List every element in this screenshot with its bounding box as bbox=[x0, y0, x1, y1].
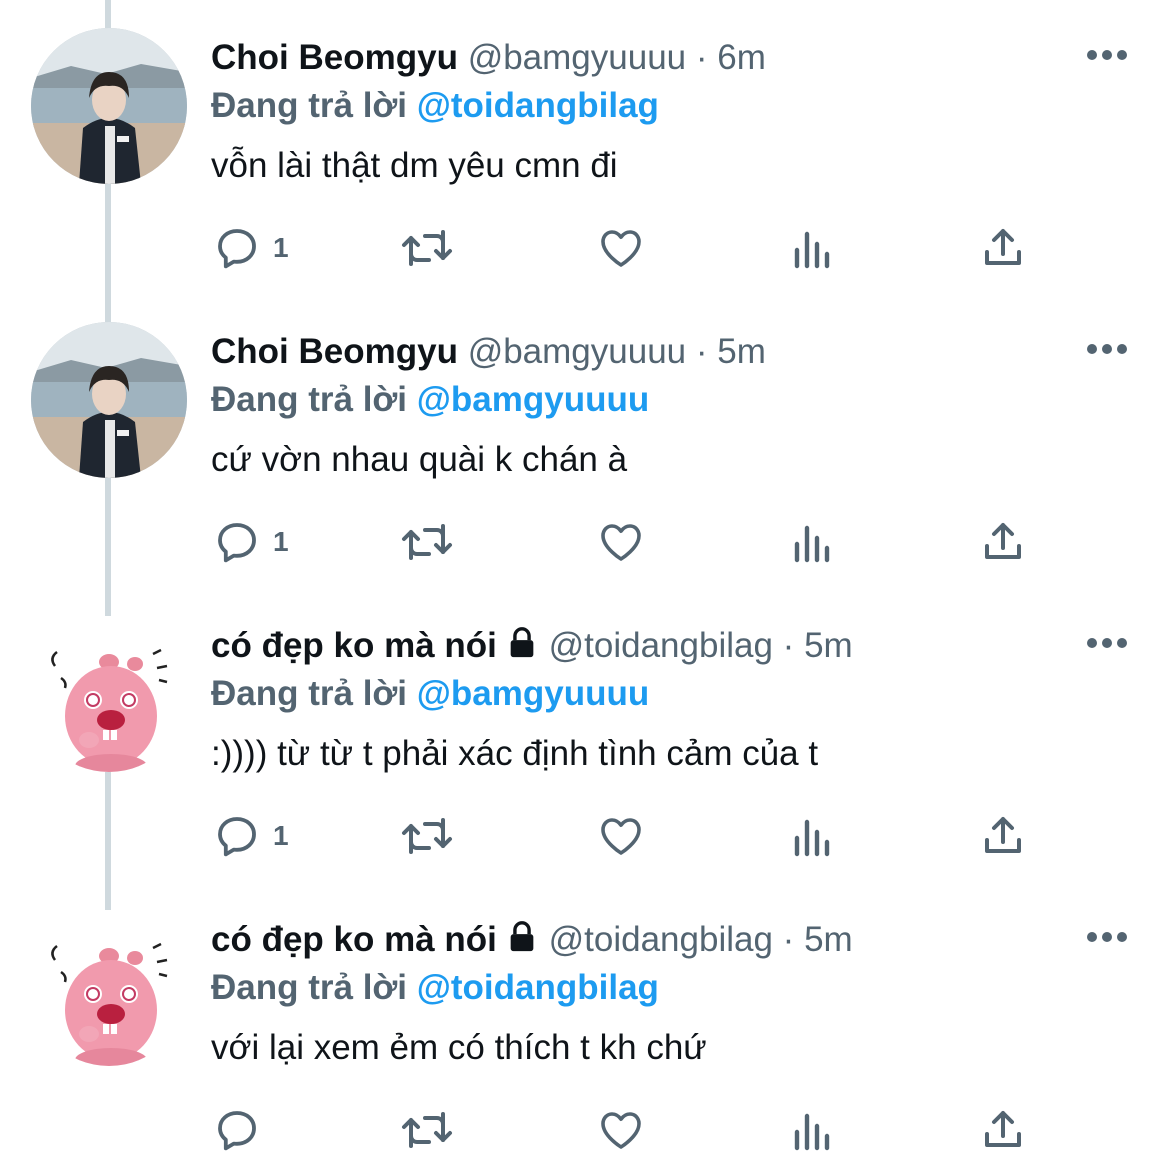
reply-count: 1 bbox=[273, 526, 289, 557]
views-icon bbox=[794, 1113, 830, 1151]
reply-count: 1 bbox=[273, 820, 289, 851]
tweet[interactable]: có đẹp ko mà nói @toidangbilag · 5m Đang… bbox=[0, 588, 1170, 882]
views-button[interactable] bbox=[789, 514, 837, 570]
tweet-header: có đẹp ko mà nói @toidangbilag · 5m bbox=[211, 624, 853, 671]
tweet-actions: 1 bbox=[211, 514, 1041, 574]
separator-dot: · bbox=[695, 38, 708, 77]
views-icon bbox=[794, 525, 830, 563]
separator-dot: · bbox=[695, 332, 708, 371]
display-name[interactable]: Choi Beomgyu bbox=[211, 38, 458, 77]
tweet-text: :)))) từ từ t phải xác định tình cảm của… bbox=[211, 734, 819, 773]
replying-to: Đang trả lời @toidangbilag bbox=[211, 84, 659, 128]
display-name[interactable]: có đẹp ko mà nói bbox=[211, 626, 497, 665]
share-icon bbox=[985, 523, 1021, 559]
lock-icon bbox=[505, 626, 539, 671]
views-button[interactable] bbox=[789, 808, 837, 864]
user-handle[interactable]: @toidangbilag bbox=[549, 626, 773, 665]
retweet-button[interactable] bbox=[399, 514, 455, 570]
replying-to-label: Đang trả lời bbox=[211, 380, 408, 419]
retweet-icon bbox=[402, 1112, 452, 1148]
like-button[interactable] bbox=[597, 808, 645, 864]
tweet-actions: 1 bbox=[211, 808, 1041, 868]
views-button[interactable] bbox=[789, 220, 837, 276]
reply-icon bbox=[218, 229, 256, 269]
like-icon bbox=[601, 818, 641, 855]
share-icon bbox=[985, 817, 1021, 853]
replying-to-label: Đang trả lời bbox=[211, 968, 408, 1007]
reply-button[interactable]: 1 bbox=[213, 808, 289, 864]
reply-count: 1 bbox=[273, 232, 289, 263]
reply-mention-link[interactable]: @toidangbilag bbox=[417, 86, 659, 125]
views-icon bbox=[794, 231, 830, 269]
like-icon bbox=[601, 524, 641, 561]
replying-to-label: Đang trả lời bbox=[211, 86, 408, 125]
replying-to: Đang trả lời @bamgyuuuu bbox=[211, 672, 649, 716]
avatar[interactable] bbox=[31, 616, 187, 772]
like-button[interactable] bbox=[597, 514, 645, 570]
share-button[interactable] bbox=[979, 514, 1027, 570]
tweet-text: vỗn lài thật dm yêu cmn đi bbox=[211, 146, 618, 185]
share-button[interactable] bbox=[979, 808, 1027, 864]
more-icon[interactable] bbox=[1086, 342, 1128, 356]
share-button[interactable] bbox=[979, 1102, 1027, 1158]
replying-to: Đang trả lời @bamgyuuuu bbox=[211, 378, 649, 422]
separator-dot: · bbox=[782, 920, 795, 959]
reply-icon bbox=[218, 523, 256, 563]
more-icon[interactable] bbox=[1086, 636, 1128, 650]
views-button[interactable] bbox=[789, 1102, 837, 1158]
tweet-actions: 1 bbox=[211, 220, 1041, 280]
tweet-actions bbox=[211, 1102, 1041, 1162]
tweet-header: có đẹp ko mà nói @toidangbilag · 5m bbox=[211, 918, 853, 965]
tweet[interactable]: có đẹp ko mà nói @toidangbilag · 5m Đang… bbox=[0, 882, 1170, 1163]
reply-mention-link[interactable]: @bamgyuuuu bbox=[417, 674, 649, 713]
like-button[interactable] bbox=[597, 1102, 645, 1158]
reply-mention-link[interactable]: @bamgyuuuu bbox=[417, 380, 649, 419]
timestamp[interactable]: 5m bbox=[804, 920, 853, 959]
avatar[interactable] bbox=[31, 322, 187, 478]
retweet-button[interactable] bbox=[399, 220, 455, 276]
display-name[interactable]: có đẹp ko mà nói bbox=[211, 920, 497, 959]
tweet[interactable]: Choi Beomgyu @bamgyuuuu · 5m Đang trả lờ… bbox=[0, 294, 1170, 588]
timestamp[interactable]: 5m bbox=[804, 626, 853, 665]
display-name[interactable]: Choi Beomgyu bbox=[211, 332, 458, 371]
views-icon bbox=[794, 819, 830, 857]
tweet-text: với lại xem ẻm có thích t kh chứ bbox=[211, 1028, 707, 1067]
avatar[interactable] bbox=[31, 28, 187, 184]
retweet-button[interactable] bbox=[399, 808, 455, 864]
user-handle[interactable]: @bamgyuuuu bbox=[468, 38, 686, 77]
tweet[interactable]: Choi Beomgyu @bamgyuuuu · 6m Đang trả lờ… bbox=[0, 0, 1170, 294]
separator-dot: · bbox=[782, 626, 795, 665]
retweet-icon bbox=[402, 524, 452, 560]
share-icon bbox=[985, 229, 1021, 265]
tweet-header: Choi Beomgyu @bamgyuuuu · 6m bbox=[211, 36, 766, 80]
user-handle[interactable]: @bamgyuuuu bbox=[468, 332, 686, 371]
replying-to: Đang trả lời @toidangbilag bbox=[211, 966, 659, 1010]
like-button[interactable] bbox=[597, 220, 645, 276]
retweet-icon bbox=[402, 230, 452, 266]
share-icon bbox=[985, 1111, 1021, 1147]
share-button[interactable] bbox=[979, 220, 1027, 276]
reply-icon bbox=[218, 1111, 256, 1151]
avatar[interactable] bbox=[31, 910, 187, 1066]
timestamp[interactable]: 6m bbox=[717, 38, 766, 77]
more-icon[interactable] bbox=[1086, 930, 1128, 944]
tweet-text: cứ vờn nhau quài k chán à bbox=[211, 440, 628, 479]
replying-to-label: Đang trả lời bbox=[211, 674, 408, 713]
timestamp[interactable]: 5m bbox=[717, 332, 766, 371]
like-icon bbox=[601, 1112, 641, 1149]
like-icon bbox=[601, 230, 641, 267]
reply-button[interactable]: 1 bbox=[213, 220, 289, 276]
retweet-icon bbox=[402, 818, 452, 854]
retweet-button[interactable] bbox=[399, 1102, 455, 1158]
reply-mention-link[interactable]: @toidangbilag bbox=[417, 968, 659, 1007]
reply-button[interactable] bbox=[213, 1102, 273, 1158]
reply-icon bbox=[218, 817, 256, 857]
lock-icon bbox=[505, 920, 539, 965]
more-icon[interactable] bbox=[1086, 48, 1128, 62]
user-handle[interactable]: @toidangbilag bbox=[549, 920, 773, 959]
reply-button[interactable]: 1 bbox=[213, 514, 289, 570]
tweet-header: Choi Beomgyu @bamgyuuuu · 5m bbox=[211, 330, 766, 374]
